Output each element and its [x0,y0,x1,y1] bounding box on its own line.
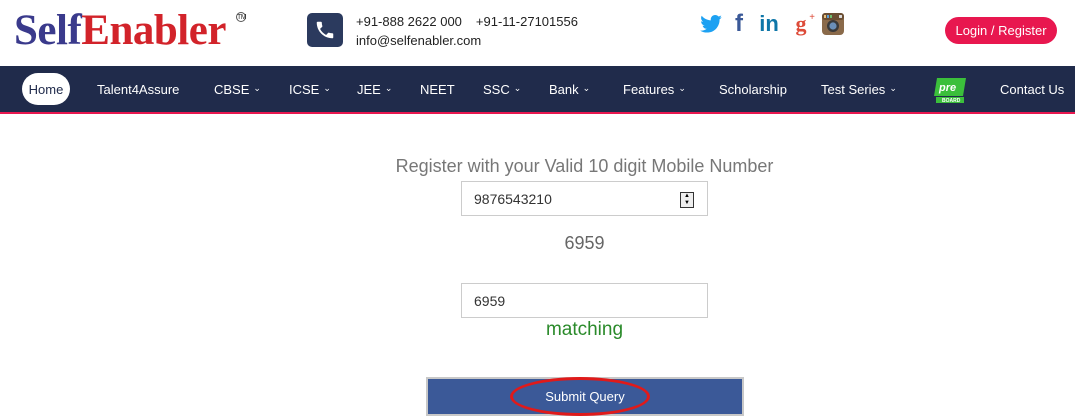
nav-item-neet[interactable]: NEET [420,66,455,112]
nav-item-label: ICSE [289,81,320,97]
twitter-icon[interactable] [700,10,722,38]
phone-number-2: +91-11-27101556 [475,14,578,29]
nav-item-label: SSC [483,81,510,97]
google-plus-glyph: g [795,11,807,36]
nav-item-jee[interactable]: JEE ⌄ [357,66,392,112]
nav-item-label: Contact Us [1000,81,1065,97]
nav-item-contact-us[interactable]: Contact Us [1000,66,1064,112]
chevron-down-icon: ⌄ [323,82,331,93]
site-header: SelfEnabler TM +91-888 2622 000 +91-11-27… [0,0,1075,66]
facebook-icon[interactable]: f [732,10,746,38]
number-spinner-icon[interactable]: ▲ ▼ [680,192,694,208]
chevron-down-icon: ⌄ [384,82,393,93]
spinner-down-icon[interactable]: ▼ [684,200,690,207]
nav-item-features[interactable]: Features ⌄ [623,66,686,112]
logo-text-enabler: Enabler [81,7,226,54]
nav-item-ssc[interactable]: SSC ⌄ [483,66,521,112]
nav-item-test-series[interactable]: Test Series ⌄ [821,66,897,112]
nav-item-icse[interactable]: ICSE ⌄ [289,66,331,112]
phone-number-1: +91-888 2622 000 [356,14,462,29]
captcha-input[interactable]: 6959 [461,283,708,318]
preboard-logo-bottom: BOARD [942,98,961,104]
nav-item-cbse[interactable]: CBSE ⌄ [214,66,261,112]
nav-item-label: Talent4Assure [97,81,180,97]
google-plus-icon[interactable]: g + [792,10,816,38]
nav-item-home[interactable]: Home [22,73,70,105]
nav-item-label: CBSE [214,81,250,97]
captcha-code: 6959 [564,233,605,253]
nav-item-label: Features [623,81,675,97]
nav-item-label: Test Series [821,81,886,97]
spinner-up-icon[interactable]: ▲ [684,193,690,200]
main-navigation: Home Talent4Assure CBSE ⌄ ICSE ⌄ JEE ⌄ NEET… [0,66,1075,114]
chevron-down-icon: ⌄ [678,82,686,93]
login-register-button[interactable]: Login / Register [945,17,1057,44]
nav-item-scholarship[interactable]: Scholarship [719,66,787,112]
trademark-mark: TM [236,12,247,22]
captcha-input-value: 6959 [474,292,506,309]
mobile-number-input[interactable]: 9876543210 ▲ ▼ [461,181,708,216]
submit-query-button[interactable]: Submit Query [426,377,744,416]
phone-icon [307,13,343,47]
nav-item-label: JEE [357,81,381,97]
logo-text-self: Self [14,7,82,54]
chevron-down-icon: ⌄ [513,82,522,93]
nav-item-label: NEET [420,81,455,97]
nav-item-talent4assure[interactable]: Talent4Assure [97,66,179,112]
instagram-icon[interactable] [820,10,846,38]
preboard-logo-top: pre [938,82,956,94]
chevron-down-icon: ⌄ [582,82,591,93]
nav-item-bank[interactable]: Bank ⌄ [549,66,590,112]
chevron-down-icon: ⌄ [889,82,897,93]
google-plus-sup: + [809,12,815,23]
preboard-logo[interactable]: pre BOARD [933,76,967,104]
facebook-glyph: f [735,10,743,37]
linkedin-glyph: in [759,11,779,36]
contact-info: +91-888 2622 000 +91-11-27101556 info@sel… [356,12,578,50]
chevron-down-icon: ⌄ [253,82,261,93]
email-address[interactable]: info@selfenabler.com [356,33,481,48]
site-logo[interactable]: SelfEnabler TM [14,7,247,54]
captcha-match-status: matching [545,319,624,340]
mobile-number-value: 9876543210 [474,190,552,207]
nav-item-label: Scholarship [719,81,787,97]
submit-label: Submit Query [545,389,625,404]
register-heading: Register with your Valid 10 digit Mobile… [395,156,774,176]
social-links: f in g + [700,10,846,38]
nav-item-label: Bank [549,81,579,97]
linkedin-icon[interactable]: in [756,10,782,38]
